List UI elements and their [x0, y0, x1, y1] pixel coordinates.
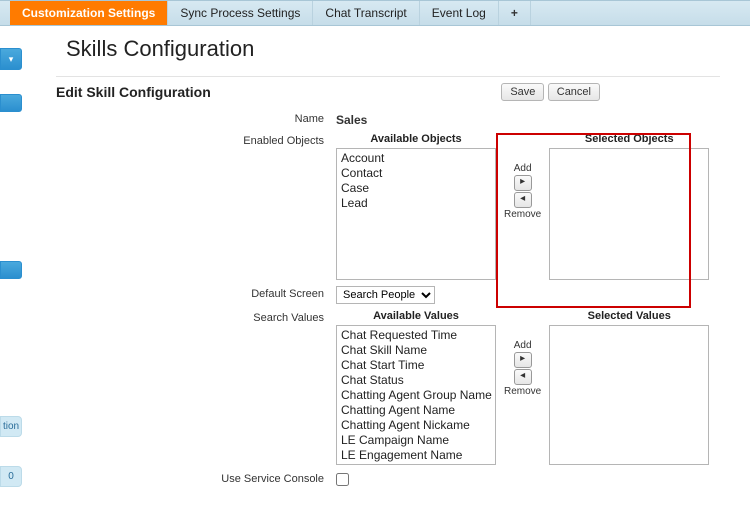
select-default-screen[interactable]: Search People	[336, 286, 435, 304]
list-item[interactable]: Lead	[339, 196, 493, 211]
add-label: Add	[514, 163, 532, 174]
listbox-selected-objects[interactable]	[549, 148, 709, 280]
list-item[interactable]: Case	[339, 181, 493, 196]
list-item[interactable]: Chatting Agent Name	[339, 403, 493, 418]
tab-sync-process-settings[interactable]: Sync Process Settings	[168, 1, 313, 25]
list-item[interactable]: LE Goal Name	[339, 463, 493, 465]
label-name: Name	[56, 111, 336, 125]
save-button[interactable]: Save	[501, 83, 544, 101]
list-item[interactable]: Chat Requested Time	[339, 328, 493, 343]
picklist-search-values: Available Values Chat Requested TimeChat…	[336, 310, 720, 465]
rail-button-3[interactable]	[0, 261, 22, 279]
header-selected-values: Selected Values	[588, 310, 671, 322]
list-item[interactable]: Account	[339, 151, 493, 166]
tab-event-log[interactable]: Event Log	[420, 1, 499, 25]
list-item[interactable]: Chat Skill Name	[339, 343, 493, 358]
header-available-objects: Available Objects	[370, 133, 461, 145]
label-default-screen: Default Screen	[56, 286, 336, 300]
list-item[interactable]: Chat Status	[339, 373, 493, 388]
page-title: Skills Configuration	[66, 36, 720, 62]
checkbox-use-service-console[interactable]	[336, 473, 349, 486]
rail-tag-1: tion	[0, 416, 22, 437]
add-value-button[interactable]: ▸	[514, 352, 532, 368]
tab-chat-transcript[interactable]: Chat Transcript	[313, 1, 419, 25]
label-search-values: Search Values	[56, 310, 336, 324]
list-item[interactable]: LE Engagement Name	[339, 448, 493, 463]
header-available-values: Available Values	[373, 310, 459, 322]
tab-add[interactable]: +	[499, 1, 531, 25]
list-item[interactable]: LE Campaign Name	[339, 433, 493, 448]
rail-button-2[interactable]	[0, 94, 22, 112]
label-use-service-console: Use Service Console	[56, 471, 336, 485]
remove-object-button[interactable]: ◂	[514, 192, 532, 208]
remove-value-button[interactable]: ◂	[514, 369, 532, 385]
listbox-selected-values[interactable]	[549, 325, 709, 465]
remove-label-2: Remove	[504, 386, 541, 397]
listbox-available-values[interactable]: Chat Requested TimeChat Skill NameChat S…	[336, 325, 496, 465]
rail-tag-2: 0	[0, 466, 22, 487]
label-enabled-objects: Enabled Objects	[56, 133, 336, 147]
add-object-button[interactable]: ▸	[514, 175, 532, 191]
list-item[interactable]: Chatting Agent Nickame	[339, 418, 493, 433]
list-item[interactable]: Chatting Agent Group Name	[339, 388, 493, 403]
top-tab-bar: Customization Settings Sync Process Sett…	[0, 0, 750, 26]
tab-customization-settings[interactable]: Customization Settings	[10, 1, 168, 25]
panel-title: Edit Skill Configuration	[56, 84, 211, 100]
value-name: Sales	[336, 111, 720, 127]
header-selected-objects: Selected Objects	[585, 133, 674, 145]
remove-label: Remove	[504, 209, 541, 220]
list-item[interactable]: Chat Start Time	[339, 358, 493, 373]
listbox-available-objects[interactable]: AccountContactCaseLead	[336, 148, 496, 280]
picklist-enabled-objects: Available Objects AccountContactCaseLead…	[336, 133, 720, 280]
cancel-button[interactable]: Cancel	[548, 83, 600, 101]
left-rail: ▾ tion 0	[0, 26, 26, 525]
list-item[interactable]: Contact	[339, 166, 493, 181]
add-label-2: Add	[514, 340, 532, 351]
rail-dropdown-button[interactable]: ▾	[0, 48, 22, 70]
